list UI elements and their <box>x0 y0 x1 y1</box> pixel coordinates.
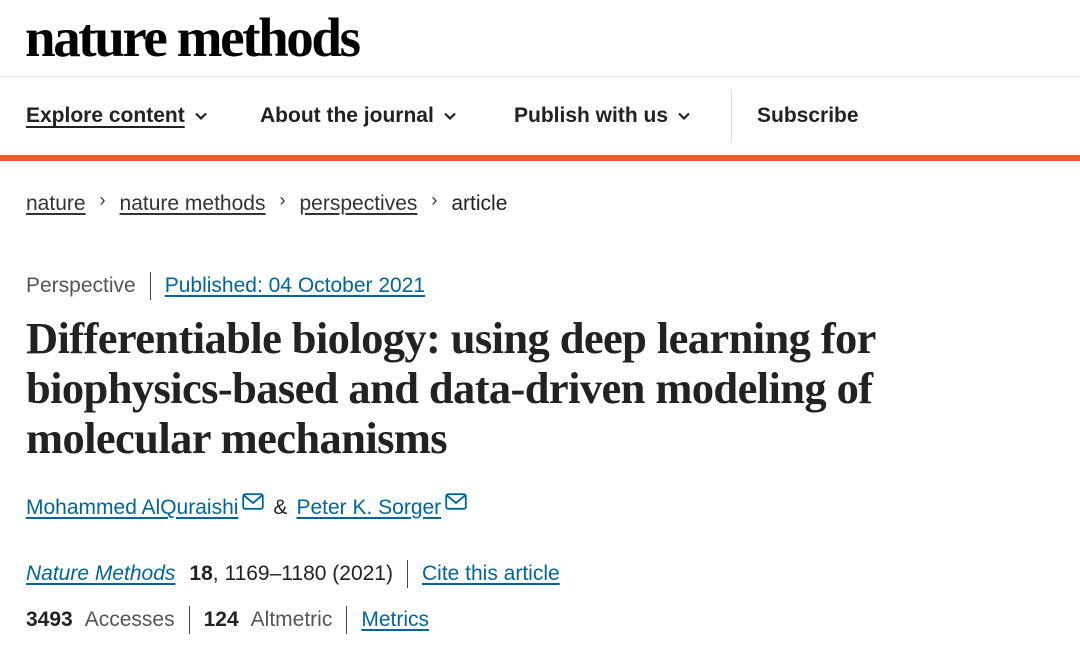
site-logo[interactable]: nature methods <box>25 2 361 74</box>
pages-year: , 1169–1180 (2021) <box>212 562 393 585</box>
nav-about-journal-label: About the journal <box>260 104 434 127</box>
divider <box>346 606 348 634</box>
metrics-link[interactable]: Metrics <box>361 608 429 632</box>
author-link[interactable]: Mohammed AlQuraishi <box>26 496 238 520</box>
chevron-right-icon: › <box>99 189 106 210</box>
published-date-link[interactable]: Published: 04 October 2021 <box>165 274 425 298</box>
nav-publish-with-us[interactable]: Publish with us <box>514 77 692 155</box>
citation-line: Nature Methods 18 , 1169–1180 (2021) Cit… <box>26 560 560 588</box>
author-list: Mohammed AlQuraishi & Peter K. Sorger <box>26 492 467 520</box>
altmetric-count: 124 <box>203 608 239 631</box>
chevron-down-icon <box>444 112 456 121</box>
altmetric-label: Altmetric <box>250 608 333 631</box>
journal-link[interactable]: Nature Methods <box>26 562 175 586</box>
nav-subscribe[interactable]: Subscribe <box>757 77 859 155</box>
mail-icon[interactable] <box>242 492 265 510</box>
divider <box>188 606 190 634</box>
breadcrumb: nature › nature methods › perspectives ›… <box>26 189 508 216</box>
chevron-right-icon: › <box>279 189 286 210</box>
masthead: nature methods <box>0 0 1080 77</box>
nav-explore-content[interactable]: Explore content <box>26 77 209 155</box>
nav-subscribe-label: Subscribe <box>757 104 859 127</box>
metrics-bar: 3493 Accesses 124 Altmetric Metrics <box>26 606 429 634</box>
breadcrumb-link-nature[interactable]: nature <box>26 192 86 216</box>
cite-article-link[interactable]: Cite this article <box>422 562 560 586</box>
chevron-right-icon: › <box>431 189 438 210</box>
volume: 18 <box>189 562 213 585</box>
breadcrumb-current: article <box>451 192 508 215</box>
accesses-label: Accesses <box>84 608 175 631</box>
article-type: Perspective <box>26 274 136 297</box>
chevron-down-icon <box>194 112 207 121</box>
author-link[interactable]: Peter K. Sorger <box>296 496 441 520</box>
mail-icon[interactable] <box>445 492 467 510</box>
nav-divider <box>731 89 732 143</box>
divider <box>406 560 408 588</box>
article-title: Differentiable biology: using deep learn… <box>26 313 876 463</box>
breadcrumb-link-perspectives[interactable]: perspectives <box>299 192 417 216</box>
divider <box>149 272 151 300</box>
nav-about-journal[interactable]: About the journal <box>260 77 458 155</box>
chevron-down-icon <box>678 112 690 121</box>
accent-bar <box>0 155 1080 161</box>
main-nav: Explore content About the journal Publis… <box>0 77 1080 155</box>
nav-publish-with-us-label: Publish with us <box>514 104 669 127</box>
nav-explore-content-label: Explore content <box>26 104 185 127</box>
author-separator: & <box>273 496 288 519</box>
breadcrumb-link-nature-methods[interactable]: nature methods <box>120 192 266 216</box>
article-meta: Perspective Published: 04 October 2021 <box>26 272 425 300</box>
accesses-count: 3493 <box>26 608 73 631</box>
